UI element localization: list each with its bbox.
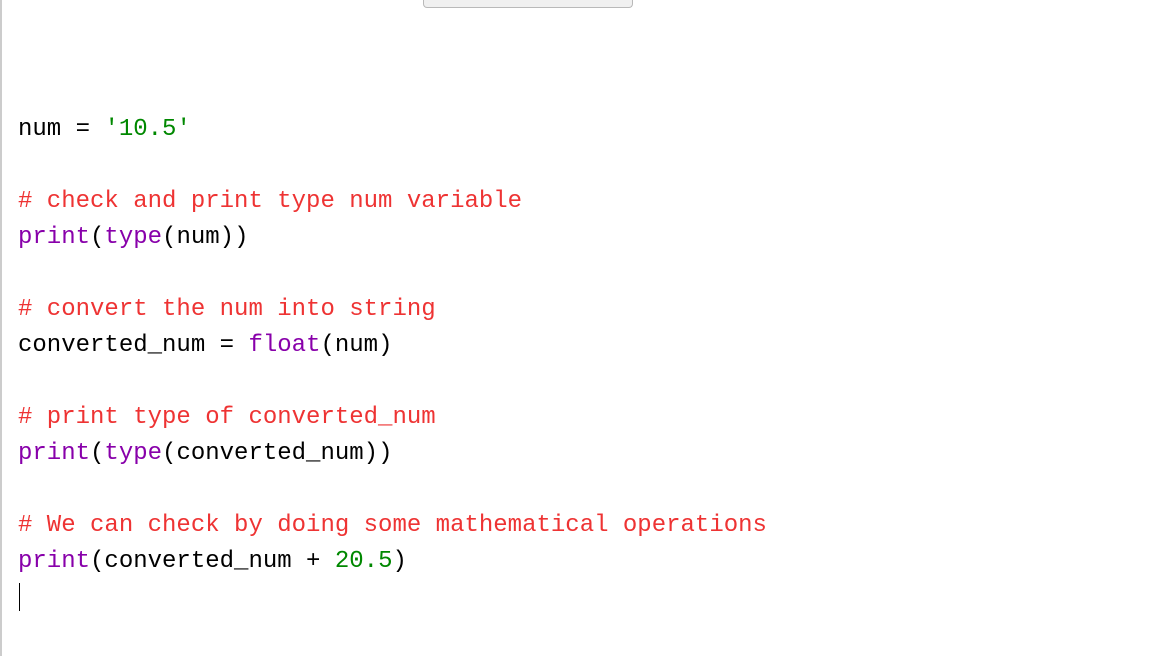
code-token: # We can check by doing some mathematica… (18, 512, 767, 539)
toolbar-fragment (423, 0, 633, 8)
code-line[interactable] (18, 148, 1176, 184)
code-token: '10.5' (104, 116, 190, 143)
code-token: 20.5 (335, 548, 393, 575)
code-token: # convert the num into string (18, 296, 436, 323)
code-token: ( (90, 440, 104, 467)
code-token: ) (378, 332, 392, 359)
code-line[interactable] (18, 256, 1176, 292)
code-token: ) (234, 224, 248, 251)
code-line[interactable] (18, 580, 1176, 616)
code-token: num (18, 116, 61, 143)
code-token: ( (162, 440, 176, 467)
code-token: ) (364, 440, 378, 467)
code-token: type (104, 224, 162, 251)
code-line[interactable]: print(type(converted_num)) (18, 436, 1176, 472)
text-cursor (19, 583, 20, 611)
code-token: converted_num (104, 548, 291, 575)
code-line[interactable]: # We can check by doing some mathematica… (18, 508, 1176, 544)
code-token: ) (220, 224, 234, 251)
code-token: print (18, 440, 90, 467)
code-token: ( (90, 548, 104, 575)
code-line[interactable] (18, 472, 1176, 508)
code-token: num (176, 224, 219, 251)
code-line[interactable]: converted_num = float(num) (18, 328, 1176, 364)
code-line[interactable]: # print type of converted_num (18, 400, 1176, 436)
code-token: ( (320, 332, 334, 359)
code-token: = (205, 332, 248, 359)
code-token: # print type of converted_num (18, 404, 436, 431)
code-line[interactable] (18, 364, 1176, 400)
code-token: + (292, 548, 335, 575)
code-token: # check and print type num variable (18, 188, 522, 215)
code-token: type (104, 440, 162, 467)
code-token: print (18, 548, 90, 575)
code-line[interactable]: print(converted_num + 20.5) (18, 544, 1176, 580)
code-line[interactable]: num = '10.5' (18, 112, 1176, 148)
code-token: ) (392, 548, 406, 575)
code-token: ( (90, 224, 104, 251)
code-line[interactable]: # convert the num into string (18, 292, 1176, 328)
code-token: print (18, 224, 90, 251)
code-token: ( (162, 224, 176, 251)
code-token: ) (378, 440, 392, 467)
code-line[interactable]: print(type(num)) (18, 220, 1176, 256)
code-token: = (61, 116, 104, 143)
code-token: num (335, 332, 378, 359)
code-token: float (248, 332, 320, 359)
code-editor[interactable]: num = '10.5' # check and print type num … (18, 4, 1176, 652)
code-token: converted_num (176, 440, 363, 467)
code-token: converted_num (18, 332, 205, 359)
code-line[interactable]: # check and print type num variable (18, 184, 1176, 220)
